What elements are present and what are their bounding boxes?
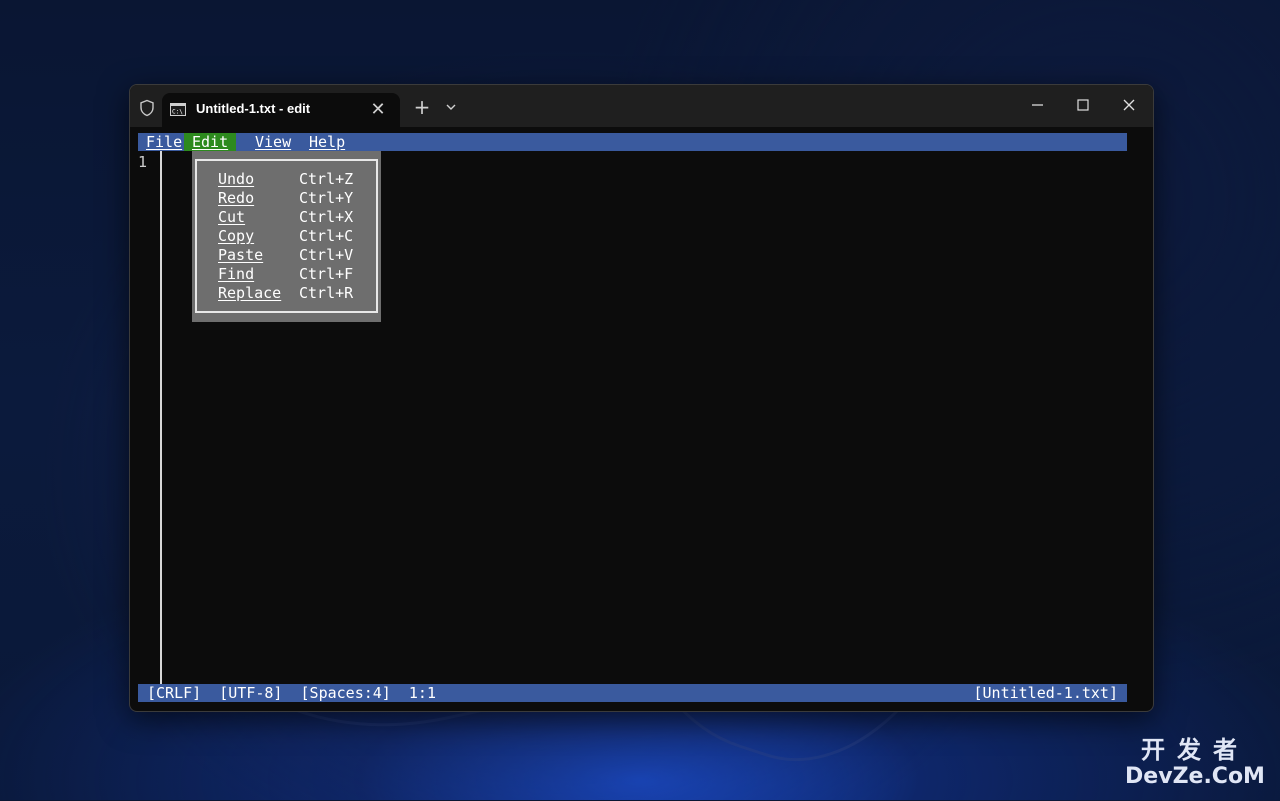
tab-title: Untitled-1.txt - edit — [196, 101, 311, 116]
status-bar: [CRLF] [UTF-8] [Spaces:4] 1:1 [Untitled-… — [138, 684, 1127, 702]
menu-item-shortcut: Ctrl+Y — [299, 189, 354, 207]
menu-item-shortcut: Ctrl+X — [299, 208, 354, 226]
tab-untitled[interactable]: C:\ Untitled-1.txt - edit ✕ — [162, 93, 400, 127]
terminal-window: C:\ Untitled-1.txt - edit ✕ + File Edit … — [129, 84, 1154, 712]
maximize-icon[interactable] — [1073, 95, 1093, 115]
svg-text:C:\: C:\ — [172, 109, 183, 116]
status-info: [CRLF] [UTF-8] [Spaces:4] 1:1 — [147, 684, 436, 702]
menu-item-redo[interactable]: Redo Ctrl+Y — [192, 189, 381, 208]
title-bar: C:\ Untitled-1.txt - edit ✕ + — [130, 85, 1153, 127]
minimize-icon[interactable] — [1028, 95, 1048, 115]
menu-help[interactable]: Help — [309, 133, 345, 151]
menu-item-label: Undo — [218, 170, 255, 188]
menu-item-copy[interactable]: Copy Ctrl+C — [192, 227, 381, 246]
edit-dropdown-menu: Undo Ctrl+Z Redo Ctrl+Y Cut Ctrl+X Copy … — [192, 151, 381, 322]
chevron-down-icon[interactable] — [442, 97, 460, 117]
close-tab-icon[interactable]: ✕ — [368, 100, 388, 120]
menu-view[interactable]: View — [255, 133, 291, 151]
watermark-text-en: DevZe.CoM — [1125, 764, 1265, 789]
menu-item-shortcut: Ctrl+C — [299, 227, 354, 245]
watermark-logo: 开发者 DevZe.CoM — [1120, 736, 1270, 796]
menu-item-replace[interactable]: Replace Ctrl+R — [192, 284, 381, 303]
watermark-text-cn: 开发者 — [1141, 736, 1249, 764]
gutter-divider — [160, 151, 162, 684]
menu-edit[interactable]: Edit — [184, 133, 237, 151]
cmd-icon: C:\ — [170, 103, 186, 116]
menu-file[interactable]: File — [146, 133, 182, 151]
menu-bar: File Edit View Help — [138, 133, 1127, 151]
menu-item-cut[interactable]: Cut Ctrl+X — [192, 208, 381, 227]
menu-item-label: Redo — [218, 189, 255, 207]
menu-item-label: Cut — [218, 208, 246, 226]
line-number: 1 — [138, 153, 148, 171]
menu-item-shortcut: Ctrl+Z — [299, 170, 354, 188]
menu-item-undo[interactable]: Undo Ctrl+Z — [192, 170, 381, 189]
shield-icon[interactable] — [138, 99, 156, 117]
menu-item-paste[interactable]: Paste Ctrl+V — [192, 246, 381, 265]
menu-item-shortcut: Ctrl+V — [299, 246, 354, 264]
close-window-icon[interactable] — [1119, 95, 1139, 115]
new-tab-icon[interactable]: + — [412, 97, 432, 117]
menu-item-label: Find — [218, 265, 255, 283]
menu-item-shortcut: Ctrl+R — [299, 284, 354, 302]
menu-item-label: Paste — [218, 246, 264, 264]
menu-item-label: Copy — [218, 227, 255, 245]
menu-item-find[interactable]: Find Ctrl+F — [192, 265, 381, 284]
status-filename: [Untitled-1.txt] — [973, 684, 1119, 702]
menu-item-label: Replace — [218, 284, 282, 302]
menu-item-shortcut: Ctrl+F — [299, 265, 354, 283]
